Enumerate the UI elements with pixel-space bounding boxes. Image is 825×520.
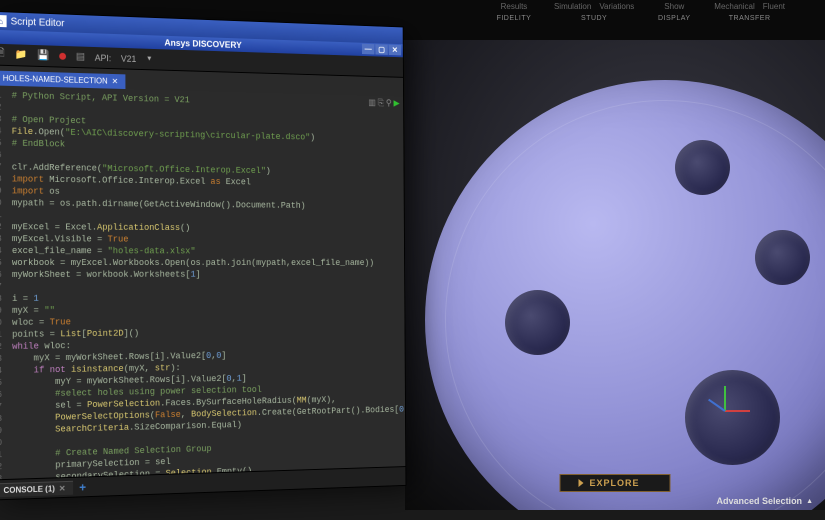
- line-number: 26: [0, 389, 2, 401]
- line-number: 13: [0, 233, 2, 245]
- line-number: 32: [0, 461, 2, 473]
- close-console-icon[interactable]: ✕: [59, 484, 66, 493]
- close-tab-icon[interactable]: ✕: [112, 77, 119, 86]
- hole-feature[interactable]: [675, 140, 730, 195]
- line-number: 29: [0, 425, 2, 437]
- line-number: 27: [0, 401, 2, 413]
- line-number: 19: [0, 305, 2, 317]
- ribbon-item[interactable]: Variations: [599, 2, 634, 11]
- line-number: 3: [0, 113, 2, 125]
- line-number: 22: [0, 341, 2, 353]
- chevron-up-icon: ▲: [806, 498, 813, 505]
- line-number: 15: [0, 257, 2, 269]
- ribbon-group-label: DISPLAY: [658, 15, 691, 22]
- line-number: 18: [0, 293, 2, 305]
- hole-feature[interactable]: [755, 230, 810, 285]
- line-number: 5: [0, 137, 2, 149]
- viewport-3d[interactable]: EXPLORE Advanced Selection ▲: [405, 40, 825, 510]
- panel-toggle-icon[interactable]: ▥: [368, 97, 376, 108]
- line-number: 14: [0, 245, 2, 257]
- line-number: 12: [0, 221, 2, 233]
- ribbon-group-label: FIDELITY: [497, 15, 532, 22]
- line-number: 9: [0, 185, 2, 197]
- code-line[interactable]: myWorkSheet = workbook.Worksheets[1]: [12, 269, 405, 281]
- ribbon-group-label: TRANSFER: [729, 15, 771, 22]
- line-number: 25: [0, 377, 2, 389]
- run-icon[interactable]: ▶: [393, 98, 399, 109]
- ribbon-group: Results FIDELITY: [494, 2, 534, 22]
- record-icon[interactable]: [59, 53, 66, 60]
- axis-x-icon: [725, 410, 750, 412]
- ribbon-item[interactable]: Simulation: [554, 2, 591, 11]
- explore-mode-button[interactable]: EXPLORE: [559, 474, 670, 492]
- axis-y-icon: [724, 386, 726, 411]
- axis-z-icon: [708, 399, 726, 412]
- save-icon[interactable]: 💾: [37, 50, 49, 61]
- line-number: 11: [0, 209, 2, 221]
- line-number: 2: [0, 101, 2, 113]
- window-title: Script Editor: [11, 16, 65, 29]
- ribbon-item[interactable]: Show: [664, 2, 684, 11]
- snippet-icon[interactable]: ▤: [76, 51, 85, 62]
- hole-feature[interactable]: [505, 290, 570, 355]
- line-number: 23: [0, 353, 2, 365]
- ribbon-group: Simulation Variations STUDY: [554, 2, 634, 22]
- line-number: 30: [0, 437, 2, 449]
- open-icon[interactable]: 📁: [15, 49, 27, 60]
- close-button[interactable]: ✕: [389, 45, 401, 56]
- line-number: 28: [0, 413, 2, 425]
- ribbon-item[interactable]: Results: [501, 2, 528, 11]
- chevron-down-icon: ▼: [146, 56, 153, 63]
- line-number: 17: [0, 281, 2, 293]
- debug-icon[interactable]: ⚲: [386, 98, 392, 109]
- code-line[interactable]: excel_file_name = "holes-data.xlsx": [12, 245, 406, 257]
- ribbon-group: Mechanical Fluent TRANSFER: [714, 2, 785, 22]
- line-number: 7: [0, 161, 2, 173]
- step-icon[interactable]: ⎘: [378, 98, 384, 109]
- maximize-button[interactable]: ▢: [375, 44, 388, 55]
- new-file-icon[interactable]: 🗎: [0, 46, 5, 63]
- line-number: 21: [0, 329, 2, 341]
- line-number: 33: [0, 473, 2, 479]
- line-number: 10: [0, 197, 2, 209]
- api-version-selector[interactable]: V21: [121, 53, 136, 63]
- code-line[interactable]: workbook = myExcel.Workbooks.Open(os.pat…: [12, 257, 405, 269]
- ribbon-group-label: STUDY: [581, 15, 607, 22]
- line-number: 4: [0, 125, 2, 137]
- code-content[interactable]: # Python Script, API Version = V21 # Ope…: [6, 86, 406, 479]
- add-console-button[interactable]: +: [79, 480, 86, 494]
- line-number: 16: [0, 269, 2, 281]
- script-editor-window: ⌂ Script Editor Ansys DISCOVERY — ▢ ✕ 🗎 …: [0, 11, 406, 501]
- line-number: 1: [0, 89, 2, 101]
- advanced-selection-toggle[interactable]: Advanced Selection ▲: [717, 496, 813, 506]
- line-number: 24: [0, 365, 2, 377]
- line-number: 6: [0, 149, 2, 161]
- minimize-button[interactable]: —: [362, 44, 375, 55]
- api-label: API:: [95, 52, 112, 62]
- line-number: 20: [0, 317, 2, 329]
- app-icon: ⌂: [0, 15, 7, 27]
- line-number: 31: [0, 449, 2, 461]
- code-editor[interactable]: ▥ ⎘ ⚲ ▶ 12345678910111213141516171819202…: [0, 85, 405, 479]
- explore-label: EXPLORE: [589, 478, 639, 488]
- ribbon-group: Show DISPLAY: [654, 2, 694, 22]
- model-circular-plate[interactable]: [425, 80, 825, 510]
- ribbon-item[interactable]: Fluent: [763, 2, 785, 11]
- line-number: 8: [0, 173, 2, 185]
- ribbon-item[interactable]: Mechanical: [714, 2, 754, 11]
- orientation-triad[interactable]: [705, 370, 755, 420]
- console-tab[interactable]: CONSOLE (1) ✕: [0, 480, 73, 497]
